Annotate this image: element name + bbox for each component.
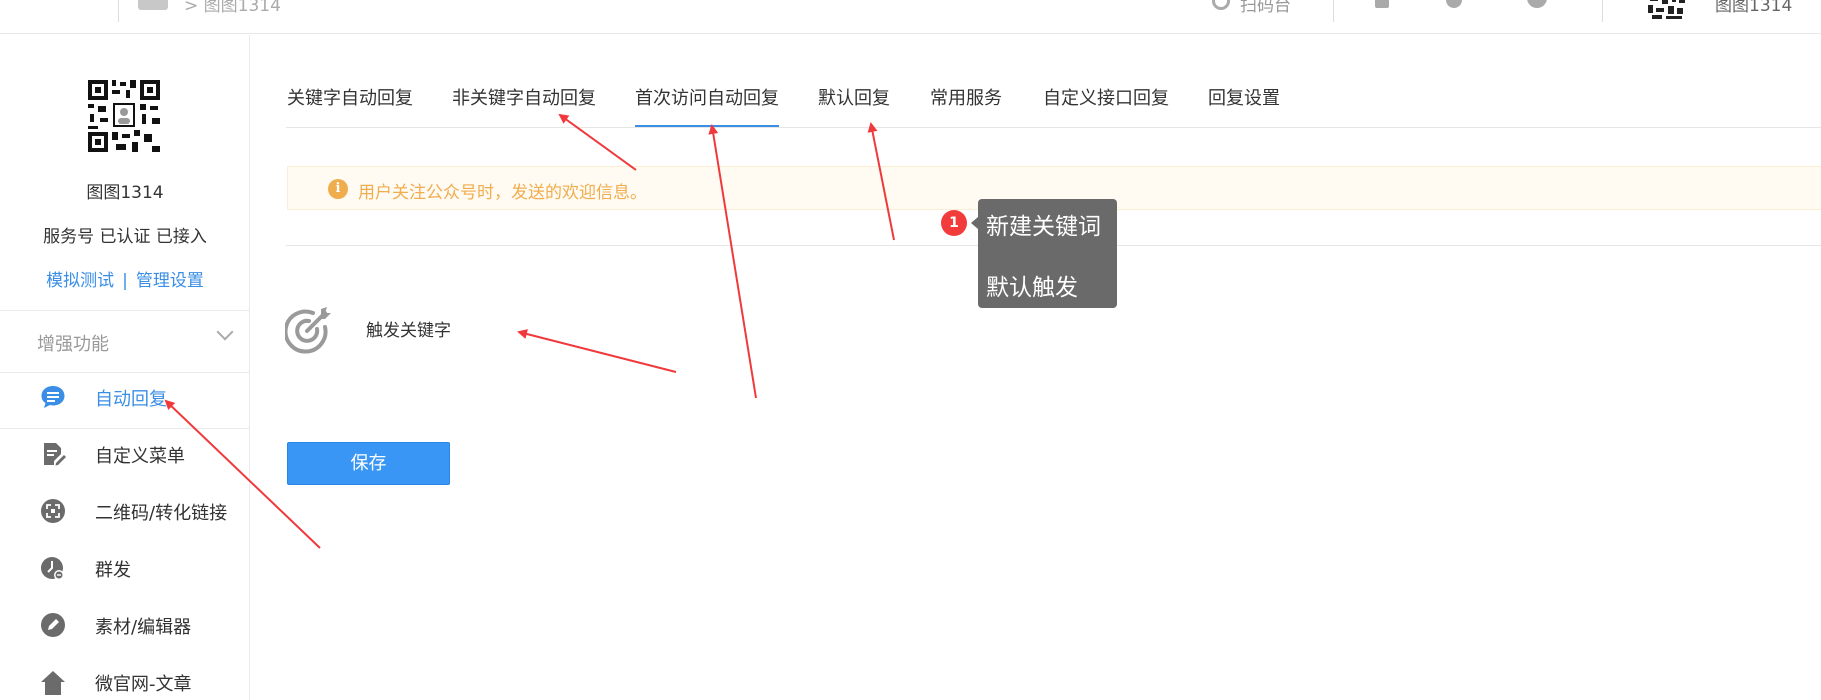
user-name[interactable]: 图图1314 — [1715, 0, 1792, 16]
notification-badge: 1 — [941, 210, 967, 236]
keyword-popover: 新建关键词 默认触发 — [971, 199, 1117, 308]
manage-settings-link[interactable]: 管理设置 — [136, 271, 204, 291]
nav-group-title[interactable]: 增强功能 — [37, 330, 109, 356]
account-name: 图图1314 — [86, 183, 164, 203]
account-status: 服务号 已认证 已接入 — [43, 227, 207, 247]
sidebar: 图图1314 服务号 已认证 已接入 模拟测试 | 管理设置 增强功能 自动回复 自… — [0, 35, 250, 700]
user-icon[interactable] — [1527, 0, 1547, 8]
sidebar-item-mass-send[interactable]: 群发 — [0, 543, 249, 593]
target-icon[interactable] — [285, 305, 337, 355]
sidebar-item-label: 微官网-文章 — [95, 674, 192, 695]
sidebar-item-custom-menu[interactable]: 自定义菜单 — [0, 429, 249, 479]
tab-non-keyword-reply[interactable]: 非关键字自动回复 — [452, 84, 596, 128]
sidebar-item-label: 二维码/转化链接 — [95, 503, 228, 524]
bell-icon[interactable] — [1446, 0, 1462, 8]
top-bar-item-label[interactable]: 扫码台 — [1240, 0, 1291, 16]
annotation-arrows — [164, 113, 895, 549]
tab-default-reply[interactable]: 默认回复 — [818, 84, 890, 128]
annotation-arrow — [517, 329, 677, 373]
simulate-test-link[interactable]: 模拟测试 — [46, 271, 114, 291]
tab-custom-api-reply[interactable]: 自定义接口回复 — [1043, 84, 1169, 128]
chat-bubble-icon — [41, 386, 65, 408]
account-qr-code — [86, 78, 162, 154]
home-icon[interactable] — [138, 0, 168, 10]
save-button[interactable]: 保存 — [287, 442, 450, 485]
link-separator: | — [122, 271, 128, 291]
sidebar-item-label: 自定义菜单 — [95, 446, 185, 467]
top-divider — [118, 0, 119, 22]
notice-text: 用户关注公众号时，发送的欢迎信息。 — [358, 183, 647, 203]
top-divider — [1333, 0, 1334, 22]
sidebar-item-materials[interactable]: 素材/编辑器 — [0, 600, 249, 650]
scan-icon[interactable] — [1212, 0, 1230, 10]
pencil-icon — [41, 613, 65, 637]
sidebar-item-label: 群发 — [95, 560, 131, 581]
top-divider — [1602, 0, 1603, 22]
info-icon: i — [328, 179, 348, 199]
trigger-keyword-label[interactable]: 触发关键字 — [366, 316, 451, 341]
chevron-down-icon[interactable] — [216, 323, 234, 341]
sidebar-item-label: 素材/编辑器 — [95, 617, 192, 638]
tab-reply-settings[interactable]: 回复设置 — [1208, 84, 1280, 128]
new-keyword-menu-item[interactable]: 新建关键词 — [986, 207, 1101, 241]
tab-underline — [286, 127, 1821, 128]
top-bar: > 图图1314 扫码台 图图1314 — [0, 0, 1821, 34]
sidebar-item-auto-reply[interactable]: 自动回复 — [0, 372, 249, 422]
tab-keyword-reply[interactable]: 关键字自动回复 — [287, 84, 413, 128]
avatar[interactable] — [1644, 0, 1688, 20]
sidebar-item-qr-links[interactable]: 二维码/转化链接 — [0, 486, 249, 536]
divider — [0, 310, 249, 311]
sidebar-item-label: 自动回复 — [95, 389, 167, 410]
page: > 图图1314 扫码台 图图1314 图图1314 服务号 已认证 已接入 模… — [0, 0, 1821, 700]
home-icon — [41, 671, 65, 695]
sidebar-item-micro-site[interactable]: 微官网-文章 — [0, 657, 249, 700]
clock-send-icon — [41, 557, 64, 580]
account-links: 模拟测试 | 管理设置 — [0, 266, 250, 291]
document-edit-icon — [44, 443, 66, 466]
default-trigger-menu-item[interactable]: 默认触发 — [986, 268, 1078, 302]
tab-common-services[interactable]: 常用服务 — [930, 84, 1002, 128]
phone-icon[interactable] — [1375, 0, 1389, 8]
breadcrumb[interactable]: > 图图1314 — [184, 0, 281, 16]
tab-first-visit-reply[interactable]: 首次访问自动回复 — [635, 84, 779, 128]
qr-scan-icon — [41, 499, 65, 523]
